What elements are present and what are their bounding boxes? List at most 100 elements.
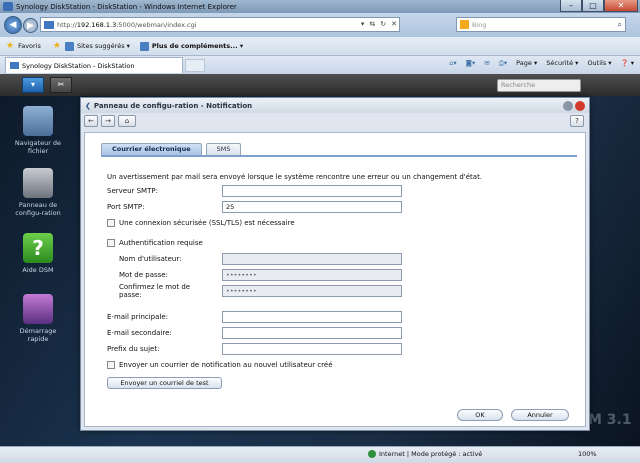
favorites-item-addons[interactable]: Plus de compléments... ▾: [139, 41, 244, 51]
primary-email-label: E-mail principale:: [107, 313, 169, 321]
search-icon[interactable]: ⌕: [618, 20, 622, 30]
minimize-button[interactable]: –: [560, 0, 582, 12]
confirm-password-label: Confirmez le mot de passe:: [119, 283, 191, 299]
address-toolbar: ◀ ▶ http://192.168.1.3:5000/webman/index…: [0, 13, 640, 37]
secondary-email-label: E-mail secondaire:: [107, 329, 172, 337]
command-help[interactable]: ❓ ▾: [621, 59, 634, 68]
address-rest: :5000/webman/index.cgi: [116, 20, 197, 29]
smtp-server-label: Serveur SMTP:: [107, 187, 158, 195]
maximize-button[interactable]: □: [582, 0, 604, 12]
notification-dialog: ❮ Panneau de configu-ration - Notificati…: [80, 97, 590, 431]
forward-button[interactable]: ▶: [23, 17, 38, 33]
dialog-title: Panneau de configu-ration - Notification: [93, 101, 253, 110]
new-user-checkbox[interactable]: [107, 361, 115, 369]
desktop-icon-file-browser[interactable]: Navigateur de fichier: [10, 106, 66, 155]
dsm-tools-button[interactable]: ✂: [50, 77, 72, 93]
tab-sms[interactable]: SMS: [205, 143, 242, 155]
tab-email[interactable]: Courrier électronique: [101, 143, 202, 155]
dialog-header: ❮ Panneau de configu-ration - Notificati…: [81, 98, 589, 113]
dialog-toolbar: ← → ⌂: [81, 113, 589, 129]
feeds-icon[interactable]: ◙▾: [466, 59, 476, 68]
username-input[interactable]: [222, 253, 402, 265]
primary-email-input[interactable]: [222, 311, 402, 323]
ok-button[interactable]: OK: [457, 409, 503, 421]
subject-prefix-label: Prefix du sujet:: [107, 345, 160, 353]
username-label: Nom d'utilisateur:: [119, 255, 182, 263]
mail-icon[interactable]: ✉: [484, 59, 489, 68]
back-arrow-button[interactable]: ←: [84, 115, 98, 127]
help-button[interactable]: ?: [570, 115, 584, 127]
add-favorite-icon[interactable]: ★: [53, 41, 61, 51]
home-button[interactable]: ⌂: [118, 115, 136, 127]
command-page[interactable]: Page ▾: [516, 59, 537, 68]
zoom-level[interactable]: 100%: [578, 450, 597, 458]
smtp-port-label: Port SMTP:: [107, 203, 145, 211]
smtp-server-input[interactable]: [222, 185, 402, 197]
search-placeholder: Bing: [472, 20, 487, 29]
ssl-checkbox[interactable]: [107, 219, 115, 227]
desktop-icon-quick-start[interactable]: Démarrage rapide: [10, 294, 66, 343]
site-favicon-icon: [44, 20, 54, 29]
dsm-taskbar: ▾ ✂ Recherche: [0, 74, 640, 96]
desktop-icon-label: Navigateur de fichier: [14, 139, 62, 155]
address-host: 192.168.1.3: [76, 20, 117, 29]
addons-icon: [139, 41, 149, 51]
desktop-icon-control-panel[interactable]: Panneau de configu-ration: [10, 168, 66, 217]
auth-checkbox[interactable]: [107, 239, 115, 247]
confirm-password-input[interactable]: ••••••••: [222, 285, 402, 297]
tab-divider: [101, 155, 577, 157]
subject-prefix-input[interactable]: [222, 343, 402, 355]
cancel-button[interactable]: Annuler: [511, 409, 569, 421]
desktop-icon-label: Aide DSM: [22, 266, 54, 274]
search-box[interactable]: Bing ⌕: [456, 17, 626, 32]
stop-icon[interactable]: ✕: [391, 20, 397, 28]
secondary-email-input[interactable]: [222, 327, 402, 339]
address-bar[interactable]: http://192.168.1.3:5000/webman/index.cgi…: [40, 17, 400, 32]
magnifier-folder-icon: [23, 106, 53, 136]
dsm-main-menu-button[interactable]: ▾: [22, 77, 44, 93]
address-prefix: http://: [57, 20, 77, 29]
dsm-search-input[interactable]: Recherche: [497, 79, 581, 92]
new-tab-button[interactable]: [185, 58, 205, 72]
smtp-port-input[interactable]: 25: [222, 201, 402, 213]
compatibility-icon[interactable]: ⇆: [369, 20, 375, 28]
new-user-label: Envoyer un courrier de notification au n…: [119, 361, 333, 369]
internet-globe-icon: [368, 450, 376, 458]
password-input[interactable]: ••••••••: [222, 269, 402, 281]
desktop-icon-label: Démarrage rapide: [19, 327, 57, 343]
bing-icon: [460, 20, 469, 29]
suggested-sites-icon: [64, 41, 74, 51]
refresh-icon[interactable]: ↻: [380, 20, 386, 28]
tab-title: Synology DiskStation - DiskStation: [22, 61, 135, 70]
tab-favicon-icon: [10, 62, 19, 69]
browser-tab[interactable]: Synology DiskStation - DiskStation: [5, 57, 183, 73]
tools-icon: [23, 168, 53, 198]
print-icon[interactable]: ⎙▾: [499, 59, 507, 68]
command-tools[interactable]: Outils ▾: [587, 59, 611, 68]
magic-wand-icon: [23, 294, 53, 324]
back-button[interactable]: ◀: [4, 16, 22, 34]
close-window-button[interactable]: ✕: [604, 0, 638, 12]
status-bar: Internet | Mode protégé : activé 100%: [0, 446, 640, 463]
dropdown-arrow-icon[interactable]: ▾: [361, 20, 365, 28]
ssl-label: Une connexion sécurisée (SSL/TLS) est né…: [119, 219, 295, 227]
dsm-version-watermark: M 3.1: [588, 412, 632, 428]
chevron-left-icon: ❮: [85, 101, 91, 110]
minimize-dialog-icon[interactable]: [563, 101, 573, 111]
favorites-button[interactable]: Favoris: [18, 42, 41, 50]
desktop-icon-help[interactable]: ? Aide DSM: [10, 233, 66, 274]
close-dialog-icon[interactable]: [575, 101, 585, 111]
window-title: Synology DiskStation - DiskStation - Win…: [16, 2, 237, 11]
command-security[interactable]: Sécurité ▾: [546, 59, 578, 68]
favorites-item-suggested[interactable]: Sites suggérés ▾: [64, 41, 130, 51]
send-test-email-button[interactable]: Envoyer un courriel de test: [107, 377, 222, 389]
home-icon[interactable]: ⌂▾: [449, 59, 456, 68]
ie-app-icon: [3, 2, 13, 11]
favorites-star-icon[interactable]: ★: [6, 41, 14, 51]
tab-command-bar: Synology DiskStation - DiskStation ⌂▾ ◙▾…: [0, 56, 640, 74]
forward-arrow-button[interactable]: →: [101, 115, 115, 127]
favorites-item-label: Plus de compléments... ▾: [151, 42, 244, 50]
intro-text: Un avertissement par mail sera envoyé lo…: [107, 173, 483, 181]
notification-panel: Courrier électronique SMS Un avertisseme…: [84, 132, 586, 427]
favorites-item-label: Sites suggérés ▾: [76, 42, 130, 50]
